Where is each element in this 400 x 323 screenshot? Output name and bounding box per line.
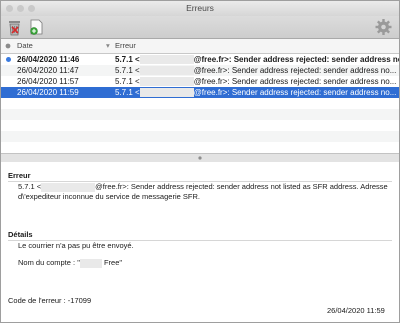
table-header: Date ▾ Erreur [1,39,399,54]
row-error: 5.7.1 < @free.fr>: Sender address rejecte… [115,66,397,76]
row-error: 5.7.1 < @free.fr>: Sender address rejecte… [115,88,397,98]
table-row[interactable]: 26/04/2020 11:47 5.7.1 < @free.fr>: Sender… [1,65,399,76]
details-section-title: Détails [8,230,33,239]
empty-row [1,131,399,142]
empty-row [1,109,399,120]
redacted-address [41,182,96,192]
error-timestamp: 26/04/2020 11:59 [327,306,385,315]
close-window-button[interactable] [6,5,13,12]
document-add-icon[interactable] [28,18,45,36]
error-message: 5.7.1 < @free.fr>: Sender address rejecte… [18,182,388,201]
title-bar: Erreurs [1,1,399,16]
delivery-message: Le courrier n'a pas pu être envoyé. [18,241,134,250]
row-error: 5.7.1 < @free.fr>: Sender address rejecte… [115,77,397,87]
empty-row [1,120,399,131]
row-date: 26/04/2020 11:57 [17,77,79,86]
column-header-date[interactable]: Date [17,39,33,53]
errors-window: Erreurs Date ▾ Erreur 26/04/2020 11:46 5… [0,0,400,323]
empty-row [1,98,399,109]
error-code: Code de l'erreur : -17099 [8,296,92,305]
trash-icon[interactable] [6,18,23,36]
table-row[interactable]: 26/04/2020 11:59 5.7.1 < @free.fr>: Sender… [1,87,399,98]
zoom-window-button[interactable] [28,5,35,12]
column-header-error[interactable]: Erreur [115,39,136,53]
error-section-title: Erreur [8,171,31,180]
account-name: Nom du compte : " Free" [18,258,123,268]
table-row[interactable]: 26/04/2020 11:46 5.7.1 < @free.fr>: Sender… [1,54,399,65]
sort-indicator-icon: ▾ [106,41,110,50]
redacted-address [139,77,194,87]
gear-icon[interactable] [375,18,392,36]
minimize-window-button[interactable] [17,5,24,12]
window-title: Erreurs [186,3,214,13]
redacted-address [139,66,194,76]
redacted-address [139,55,194,65]
redacted-address [139,88,194,98]
empty-row [1,142,399,153]
detail-pane: Erreur 5.7.1 < @free.fr>: Sender address … [1,162,399,322]
row-error: 5.7.1 < @free.fr>: Sender address rejecte… [115,55,399,65]
row-date: 26/04/2020 11:47 [17,66,79,75]
table-row[interactable]: 26/04/2020 11:57 5.7.1 < @free.fr>: Sender… [1,76,399,87]
row-date: 26/04/2020 11:59 [17,88,79,97]
row-date: 26/04/2020 11:46 [17,55,80,64]
unread-dot-icon [6,57,11,62]
redacted-account [79,258,102,268]
toolbar [1,16,399,39]
